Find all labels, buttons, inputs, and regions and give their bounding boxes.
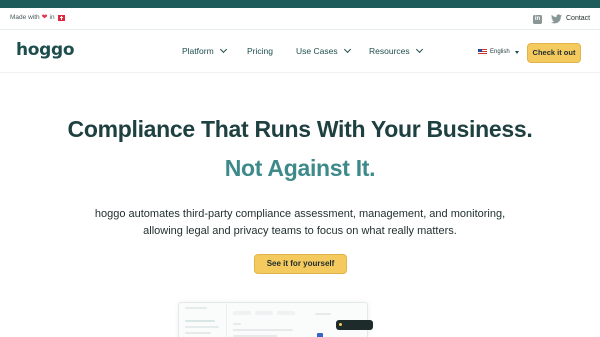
made-with-in: in [49,14,55,21]
hero-title: Compliance That Runs With Your Business. [67,116,533,142]
top-bar: Made with ❤ in in Contact [0,8,600,30]
main-nav: hoggo Platform Pricing Use Cases Resourc… [0,31,600,73]
hero-description: hoggo automates third-party compliance a… [94,208,506,237]
preview-nav-active [185,320,215,322]
swiss-flag-icon [57,14,65,21]
preview-nav-line [185,326,219,328]
preview-tab [233,311,251,315]
twitter-icon[interactable] [551,14,562,24]
nav-item-pricing[interactable]: Pricing [247,46,273,56]
nav-item-platform[interactable]: Platform [182,45,227,56]
chevron-down-icon [514,50,519,54]
preview-blue-block [317,333,323,337]
nav-item-resources[interactable]: Resources [369,45,423,56]
nav-item-label: Resources [369,46,410,56]
see-it-button[interactable]: See it for yourself [254,254,347,274]
preview-line [233,329,293,331]
nav-item-label: Use Cases [296,46,338,56]
hero-subtitle: Not Against It. [224,155,376,181]
top-accent-strip [0,0,600,8]
preview-tab [255,311,273,315]
language-label: English [490,49,510,55]
preview-nav-line [185,332,211,334]
preview-logo-bar [185,307,207,309]
contact-link[interactable]: Contact [566,15,590,22]
toast-dot-icon [339,322,342,326]
chevron-down-icon [343,45,351,54]
preview-line [233,323,241,325]
linkedin-icon[interactable]: in [533,15,542,24]
preview-line [315,313,331,315]
heart-icon: ❤ [41,14,48,21]
check-it-out-button[interactable]: Check it out [527,43,581,63]
us-flag-icon [478,49,487,55]
preview-sidebar [179,303,227,337]
nav-item-use-cases[interactable]: Use Cases [296,45,351,56]
nav-item-label: Pricing [247,46,273,56]
made-with-note: Made with ❤ in [10,14,65,21]
chevron-down-icon [415,45,423,54]
preview-tab [277,311,295,315]
made-with-prefix: Made with [10,14,40,21]
preview-toast [336,320,373,330]
hoggo-logo[interactable]: hoggo [16,40,75,60]
chevron-down-icon [219,45,227,54]
nav-item-label: Platform [182,46,214,56]
language-selector[interactable]: English [478,49,519,55]
